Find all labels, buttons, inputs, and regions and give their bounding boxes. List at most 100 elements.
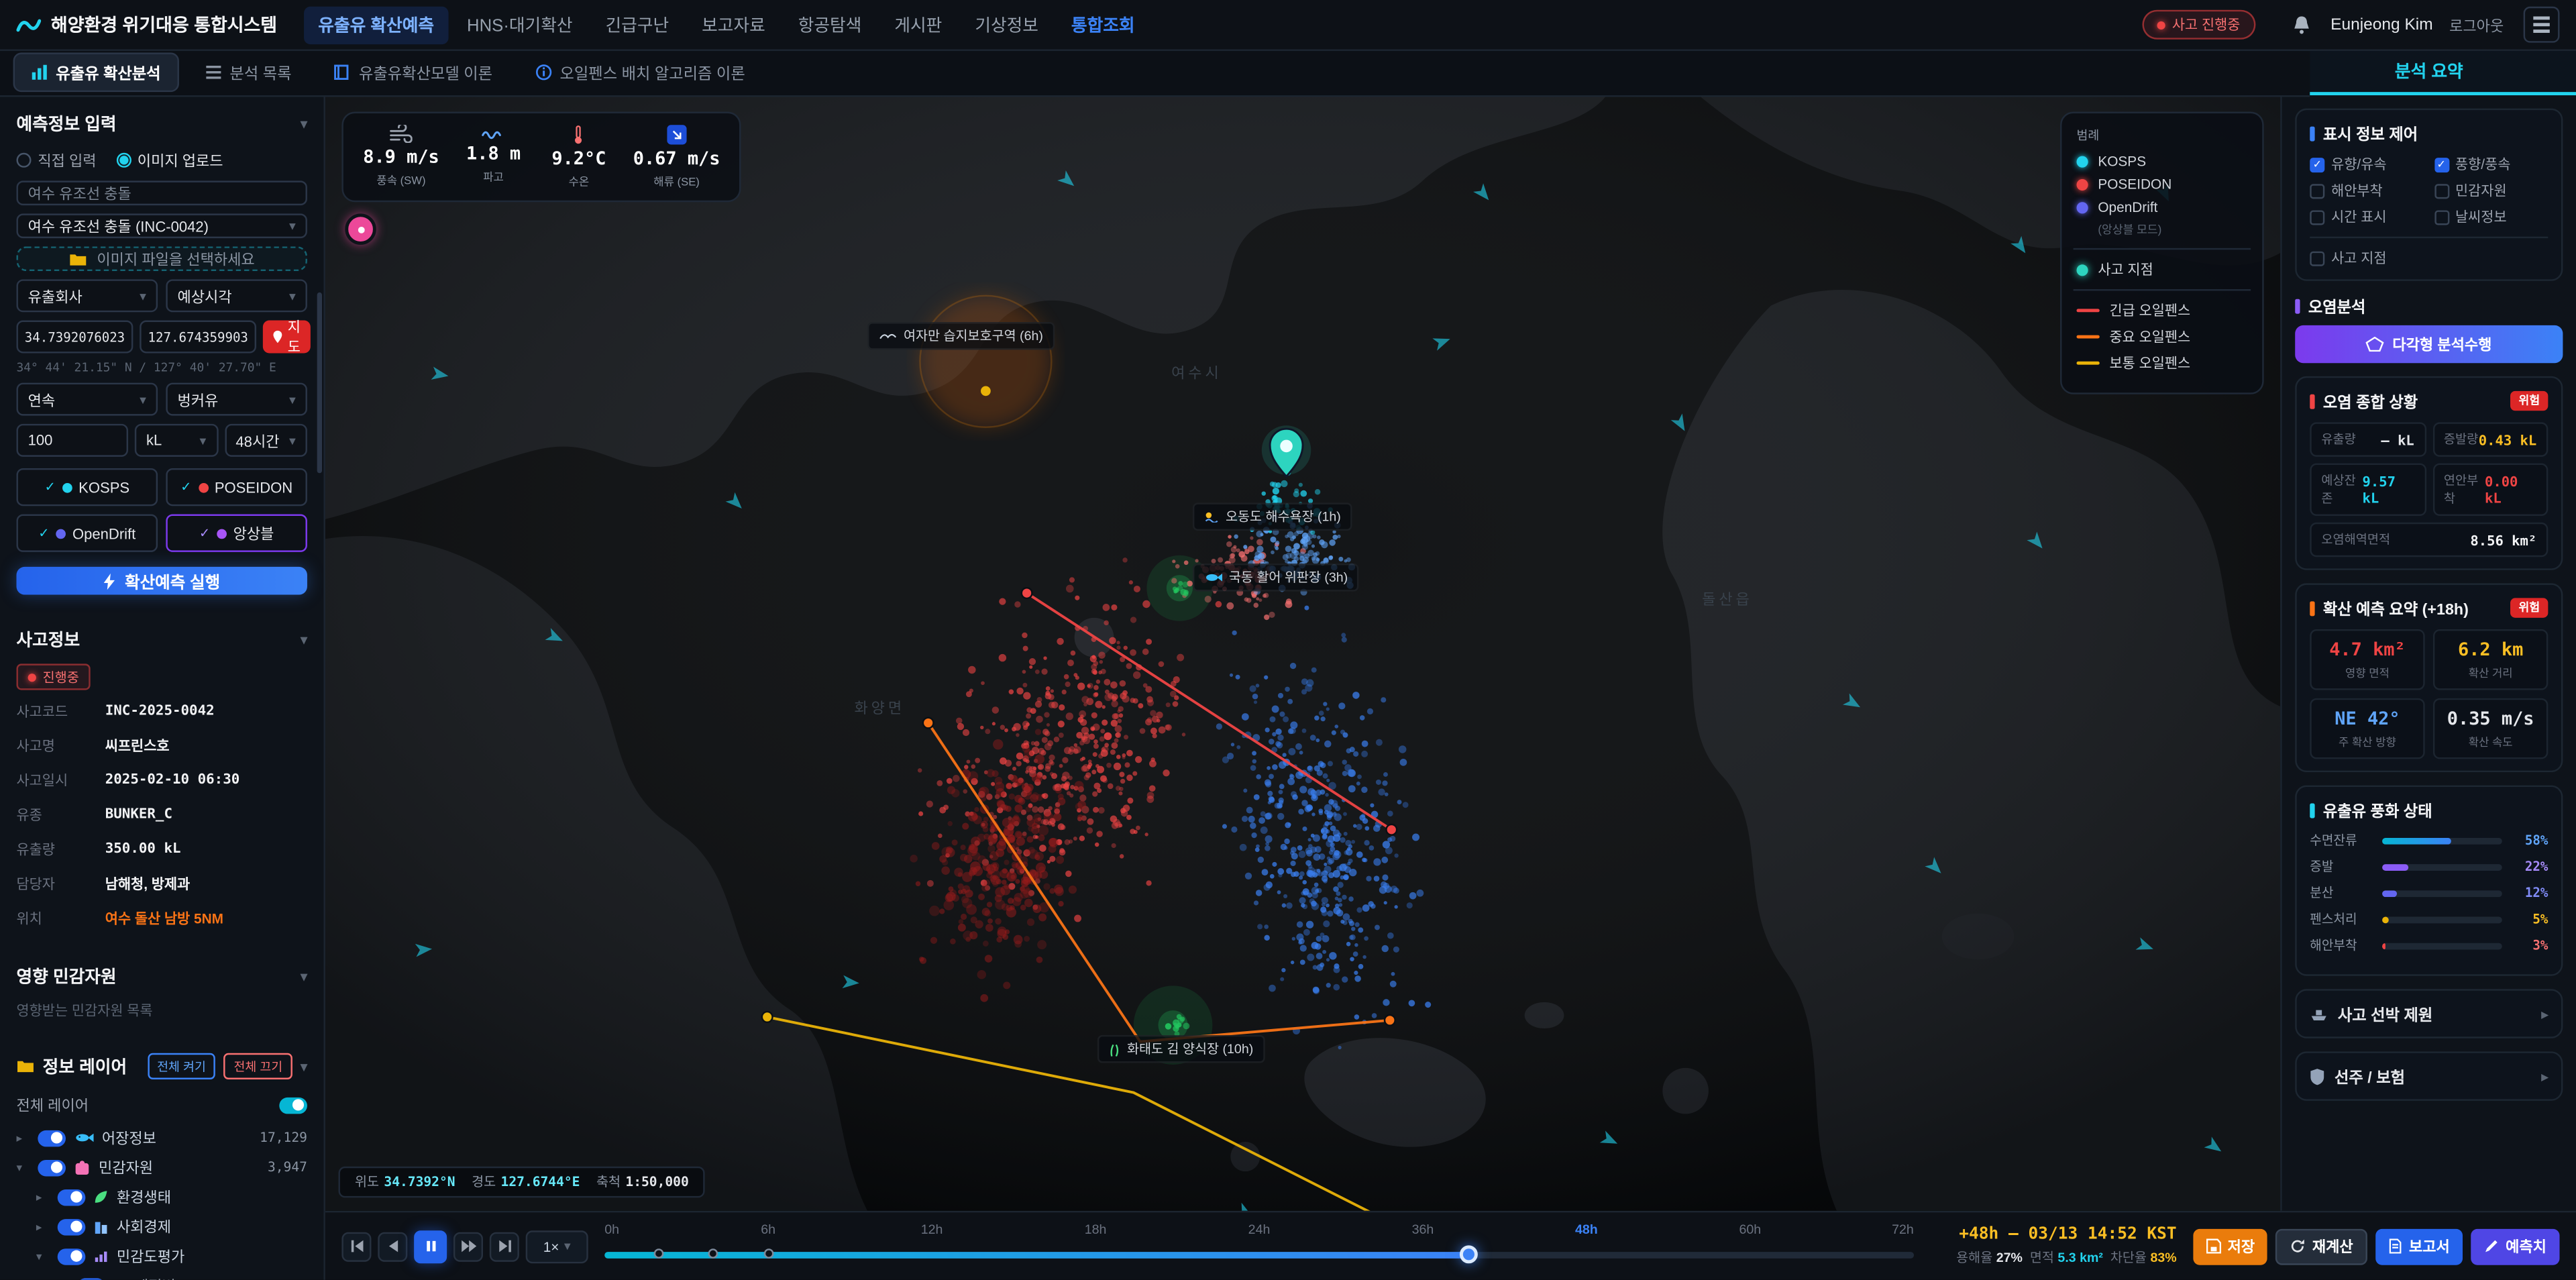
timeline-event-marker[interactable] (655, 1248, 665, 1259)
tab-model-theory[interactable]: 유출유확산모델 이론 (318, 54, 509, 91)
layer-toggle[interactable] (58, 1218, 86, 1234)
logout-button[interactable]: 로그아웃 (2449, 14, 2504, 36)
duration-select[interactable]: 48시간▾ (224, 424, 307, 457)
model-chip-poseidon[interactable]: ✓POSEIDON (166, 468, 307, 506)
timeline-event-marker[interactable] (763, 1248, 773, 1259)
model-chip-opendrift[interactable]: ✓OpenDrift (16, 515, 158, 552)
save-button[interactable]: 저장 (2193, 1228, 2268, 1265)
checkbox-current[interactable]: ✓유향/유속 (2310, 154, 2424, 174)
model-chip-kosps[interactable]: ✓KOSPS (16, 468, 158, 506)
amount-input[interactable]: 100 (16, 424, 128, 457)
incident-row: 위치여수 돌산 남방 5NM (16, 905, 307, 931)
poi-label-wetland[interactable]: 여자만 습지보호구역 (6h) (867, 322, 1055, 350)
nav-item-reports[interactable]: 보고자료 (687, 6, 780, 44)
layer-row-sensitive[interactable]: ▾ 민감자원3,947 (16, 1157, 307, 1178)
layer-row-eco[interactable]: ▸ 환경생태 (16, 1186, 307, 1208)
notification-bell-icon[interactable] (2291, 15, 2310, 34)
collapse-chevron-icon[interactable]: ▾ (301, 633, 307, 647)
legend-title: 범례 (2077, 127, 2248, 145)
layer-toggle[interactable] (58, 1248, 86, 1264)
skip-to-end-button[interactable] (490, 1232, 519, 1261)
list-icon (205, 64, 221, 81)
step-back-button[interactable] (378, 1232, 407, 1261)
map-canvas[interactable]: 8.9 m/s 풍속 (SW) 1.8 m 파고 9.2°C 수온 0.67 m… (325, 95, 2280, 1211)
forecast-cell-area: 4.7 km²영향 면적 (2310, 629, 2424, 690)
prediction-value-button[interactable]: 예측치 (2471, 1228, 2560, 1265)
expected-time-select[interactable]: 예상시각▾ (166, 279, 307, 312)
hamburger-menu-button[interactable] (2524, 7, 2560, 43)
checkbox-wind[interactable]: ✓풍향/풍속 (2434, 154, 2548, 174)
sensitive-section-subtitle: 영향받는 민감자원 목록 (16, 1000, 307, 1020)
unit-select[interactable]: kL▾ (135, 424, 218, 457)
radio-direct-input[interactable]: 직접 입력 (16, 150, 96, 171)
poi-label-beach[interactable]: 오동도 해수욕장 (1h) (1193, 502, 1352, 531)
model-chip-ensemble[interactable]: ✓앙상블 (166, 515, 307, 552)
longitude-input[interactable]: 127.674359903 (140, 321, 256, 354)
recalculate-button[interactable]: 재계산 (2276, 1228, 2368, 1265)
nav-item-board[interactable]: 게시판 (879, 6, 957, 44)
document-icon (2390, 1239, 2403, 1254)
timeline-handle[interactable] (1460, 1245, 1478, 1263)
nav-item-oil-spill-prediction[interactable]: 유출유 확산예측 (303, 6, 449, 44)
nav-item-rescue[interactable]: 긴급구난 (590, 6, 684, 44)
spill-mode-select[interactable]: 연속▾ (16, 383, 158, 416)
vessel-spec-collapsible[interactable]: 사고 선박 제원▸ (2295, 989, 2563, 1038)
nav-item-aerial-search[interactable]: 항공탐색 (784, 6, 877, 44)
tab-diffusion-analysis[interactable]: 유출유 확산분석 (13, 52, 179, 92)
polygon-analysis-button[interactable]: 다각형 분석수행 (2295, 325, 2563, 363)
layer-row-socioeconomic[interactable]: ▸ 사회경제 (16, 1216, 307, 1237)
skip-to-start-button[interactable] (341, 1232, 371, 1261)
collapse-chevron-icon[interactable]: ▾ (301, 1059, 307, 1073)
oil-type-select[interactable]: 벙커유▾ (166, 383, 307, 416)
fast-forward-button[interactable] (453, 1232, 483, 1261)
checkbox-time-display[interactable]: ✓시간 표시 (2310, 207, 2424, 227)
collapse-chevron-icon[interactable]: ▾ (301, 969, 307, 984)
section-accent-icon (2310, 125, 2314, 140)
layer-toggle[interactable] (58, 1189, 86, 1205)
nav-item-hns[interactable]: HNS·대기확산 (452, 6, 588, 44)
sensitive-poi-marker-button[interactable] (345, 213, 376, 245)
pause-button[interactable] (414, 1230, 447, 1263)
tab-analysis-list[interactable]: 분석 목록 (189, 54, 308, 91)
timeline-track[interactable] (604, 1251, 1914, 1258)
incident-active-badge[interactable]: 사고 진행중 (2143, 10, 2255, 40)
latitude-input[interactable]: 34.7392076023 (16, 321, 133, 354)
checkbox-weather-info[interactable]: ✓날씨정보 (2434, 207, 2548, 227)
report-button[interactable]: 보고서 (2376, 1228, 2463, 1265)
radio-image-upload[interactable]: 이미지 업로드 (116, 150, 223, 171)
playback-speed-select[interactable]: 1×▾ (526, 1230, 588, 1263)
tab-boom-algorithm-theory[interactable]: 오일펜스 배치 알고리즘 이론 (519, 54, 761, 91)
seaweed-icon (1109, 1043, 1120, 1056)
incident-select[interactable]: 여수 유조선 충돌 (INC-0042)▾ (16, 213, 307, 238)
poi-label-fish-market[interactable]: 국동 활어 위판장 (3h) (1193, 564, 1359, 592)
run-prediction-button[interactable]: 확산예측 실행 (16, 567, 307, 595)
pick-on-map-button[interactable]: 지도 (263, 321, 311, 354)
checkbox-shore-adhesion[interactable]: ✓해안부착 (2310, 180, 2424, 200)
layers-all-on-button[interactable]: 전체 켜기 (147, 1053, 215, 1079)
owner-insurance-collapsible[interactable]: 선주 / 보험▸ (2295, 1051, 2563, 1100)
timeline-slider[interactable]: 0h 6h 12h 18h 24h 36h 48h 60h 72h (604, 1218, 1914, 1274)
nav-item-integrated-search[interactable]: 통합조회 (1057, 6, 1150, 44)
sidebar-scrollbar[interactable] (317, 292, 322, 473)
image-file-dropzone[interactable]: 이미지 파일을 선택하세요 (16, 246, 307, 271)
checkbox-incident-point[interactable]: ✓사고 지점 (2310, 248, 2548, 268)
timeline-event-marker[interactable] (708, 1248, 718, 1259)
collapse-chevron-icon[interactable]: ▾ (301, 117, 307, 131)
stat-cell-spilled: 유출량– kL (2310, 422, 2426, 456)
nav-item-weather[interactable]: 기상정보 (960, 6, 1053, 44)
spill-company-select[interactable]: 유출회사▾ (16, 279, 158, 312)
layer-toggle[interactable] (77, 1277, 105, 1280)
poi-label-seaweed-farm[interactable]: 화태도 김 양식장 (10h) (1097, 1035, 1265, 1063)
layer-row-sensitivity-eval[interactable]: ▾ 민감도평가 (16, 1245, 307, 1267)
info-icon (535, 64, 551, 81)
predict-section-title: 예측정보 입력 (16, 112, 116, 137)
master-layer-toggle[interactable] (279, 1097, 307, 1113)
layer-row-fishery[interactable]: ▸ 어장정보17,129 (16, 1127, 307, 1149)
checkbox-sensitive-resources[interactable]: ✓민감자원 (2434, 180, 2548, 200)
layer-toggle[interactable] (38, 1130, 66, 1146)
layer-toggle[interactable] (38, 1159, 66, 1175)
incident-name-input[interactable]: 여수 유조선 충돌 (16, 180, 307, 205)
analysis-summary-header[interactable]: 분석 요약 (2282, 49, 2576, 95)
weathering-bar-shoreline: 해안부착3% (2310, 937, 2548, 955)
layers-all-off-button[interactable]: 전체 끄기 (224, 1053, 292, 1079)
